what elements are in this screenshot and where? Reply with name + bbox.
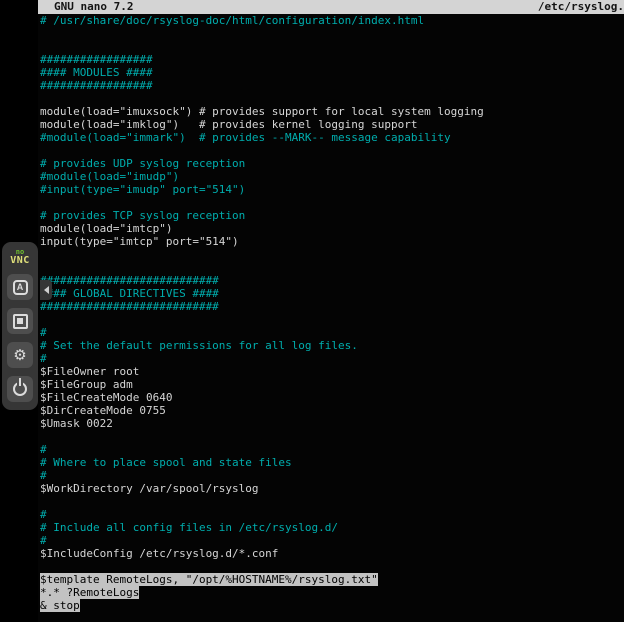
editor-line: & stop bbox=[38, 599, 624, 612]
editor-line bbox=[38, 144, 624, 157]
editor-line bbox=[38, 27, 624, 40]
editor-line: $DirCreateMode 0755 bbox=[38, 404, 624, 417]
fullscreen-icon bbox=[13, 314, 28, 329]
editor-line: # provides UDP syslog reception bbox=[38, 157, 624, 170]
nano-version: GNU nano 7.2 bbox=[54, 0, 133, 14]
editor-line bbox=[38, 40, 624, 53]
editor-content[interactable]: # /usr/share/doc/rsyslog-doc/html/config… bbox=[38, 14, 624, 612]
editor-line: # bbox=[38, 352, 624, 365]
editor-line: # Where to place spool and state files bbox=[38, 456, 624, 469]
editor-line: ########################### bbox=[38, 274, 624, 287]
editor-line: #module(load="immark") # provides --MARK… bbox=[38, 131, 624, 144]
editor-line: # bbox=[38, 443, 624, 456]
editor-line: module(load="imklog") # provides kernel … bbox=[38, 118, 624, 131]
editor-line: #module(load="imudp") bbox=[38, 170, 624, 183]
editor-line: # /usr/share/doc/rsyslog-doc/html/config… bbox=[38, 14, 624, 27]
editor-line: $IncludeConfig /etc/rsyslog.d/*.conf bbox=[38, 547, 624, 560]
power-button[interactable] bbox=[7, 376, 33, 402]
editor-line: ################# bbox=[38, 53, 624, 66]
editor-line bbox=[38, 261, 624, 274]
editor-line: #### MODULES #### bbox=[38, 66, 624, 79]
fullscreen-button[interactable] bbox=[7, 308, 33, 334]
editor-line: # bbox=[38, 508, 624, 521]
gear-icon: ⚙ bbox=[13, 348, 26, 363]
nano-filename: /etc/rsyslog. bbox=[538, 0, 624, 14]
editor-line: # bbox=[38, 469, 624, 482]
editor-line: # Include all config files in /etc/rsysl… bbox=[38, 521, 624, 534]
clipboard-icon: A bbox=[13, 280, 28, 295]
vnc-control-bar: no VNC A ⚙ bbox=[2, 242, 38, 410]
editor-line: # provides TCP syslog reception bbox=[38, 209, 624, 222]
editor-line: *.* ?RemoteLogs bbox=[38, 586, 624, 599]
settings-button[interactable]: ⚙ bbox=[7, 342, 33, 368]
editor-line bbox=[38, 313, 624, 326]
editor-line: module(load="imtcp") bbox=[38, 222, 624, 235]
editor-line: module(load="imuxsock") # provides suppo… bbox=[38, 105, 624, 118]
editor-line: # bbox=[38, 534, 624, 547]
editor-line: # bbox=[38, 326, 624, 339]
screen: GNU nano 7.2 /etc/rsyslog. # /usr/share/… bbox=[0, 0, 624, 622]
power-icon bbox=[13, 382, 27, 396]
editor-line bbox=[38, 560, 624, 573]
editor-line: $WorkDirectory /var/spool/rsyslog bbox=[38, 482, 624, 495]
panel-collapse-handle[interactable] bbox=[40, 280, 52, 300]
editor-line: $FileGroup adm bbox=[38, 378, 624, 391]
editor-line bbox=[38, 92, 624, 105]
nano-titlebar: GNU nano 7.2 /etc/rsyslog. bbox=[38, 0, 624, 14]
clipboard-button[interactable]: A bbox=[7, 274, 33, 300]
chevron-left-icon bbox=[44, 286, 49, 294]
editor-line bbox=[38, 248, 624, 261]
nano-editor: GNU nano 7.2 /etc/rsyslog. # /usr/share/… bbox=[38, 0, 624, 622]
editor-line: $FileOwner root bbox=[38, 365, 624, 378]
editor-line bbox=[38, 196, 624, 209]
vnc-sidebar: no VNC A ⚙ bbox=[0, 0, 38, 622]
editor-line: $FileCreateMode 0640 bbox=[38, 391, 624, 404]
novnc-logo: no VNC bbox=[10, 249, 30, 266]
editor-line: $Umask 0022 bbox=[38, 417, 624, 430]
editor-line bbox=[38, 495, 624, 508]
editor-line: $template RemoteLogs, "/opt/%HOSTNAME%/r… bbox=[38, 573, 624, 586]
editor-line: ################# bbox=[38, 79, 624, 92]
editor-line bbox=[38, 430, 624, 443]
editor-line: #### GLOBAL DIRECTIVES #### bbox=[38, 287, 624, 300]
novnc-logo-vnc: VNC bbox=[10, 256, 30, 266]
editor-line: ########################### bbox=[38, 300, 624, 313]
editor-line: #input(type="imudp" port="514") bbox=[38, 183, 624, 196]
editor-line: input(type="imtcp" port="514") bbox=[38, 235, 624, 248]
editor-line: # Set the default permissions for all lo… bbox=[38, 339, 624, 352]
